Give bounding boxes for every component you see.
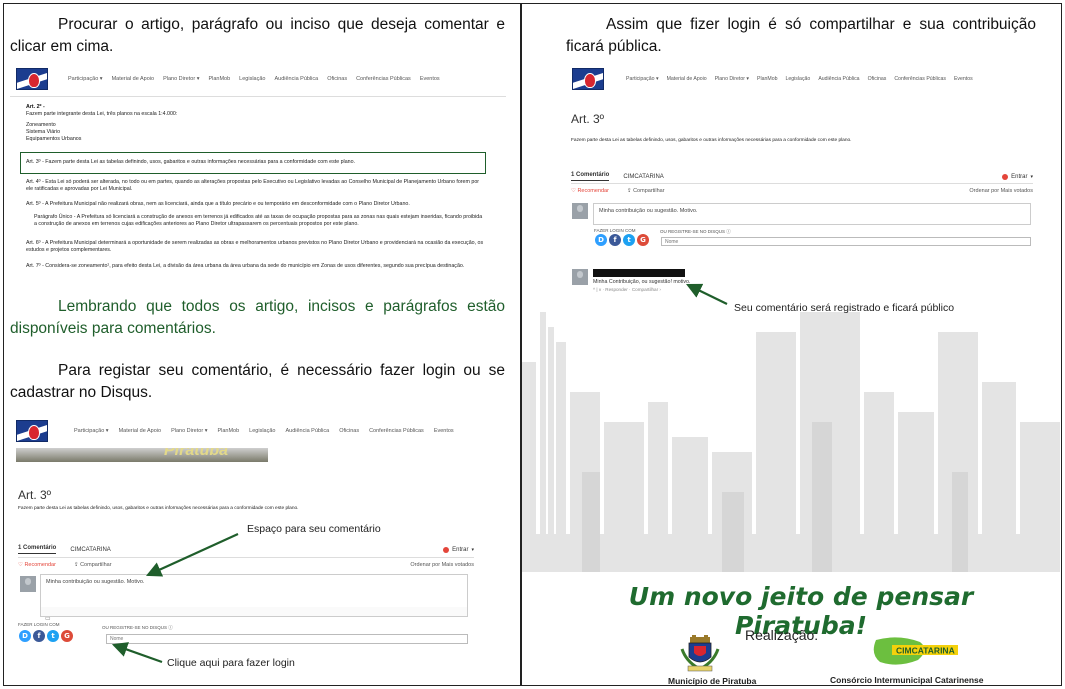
cimcatarina-logo: CIMCATARINA	[873, 637, 958, 665]
arrow-to-published-comment	[686, 283, 728, 305]
arrow-to-login	[111, 642, 163, 664]
cimcatarina-logo-text: CIMCATARINA	[896, 646, 955, 656]
municipio-logo-text: Município de Piratuba	[668, 676, 757, 686]
arrow-to-comment-box	[145, 532, 239, 577]
realizacao-label: Realização:	[745, 627, 819, 643]
consorcio-logo-text: Consórcio Intermunicipal Catarinense	[830, 675, 984, 685]
municipio-coat-of-arms-logo	[680, 635, 720, 672]
